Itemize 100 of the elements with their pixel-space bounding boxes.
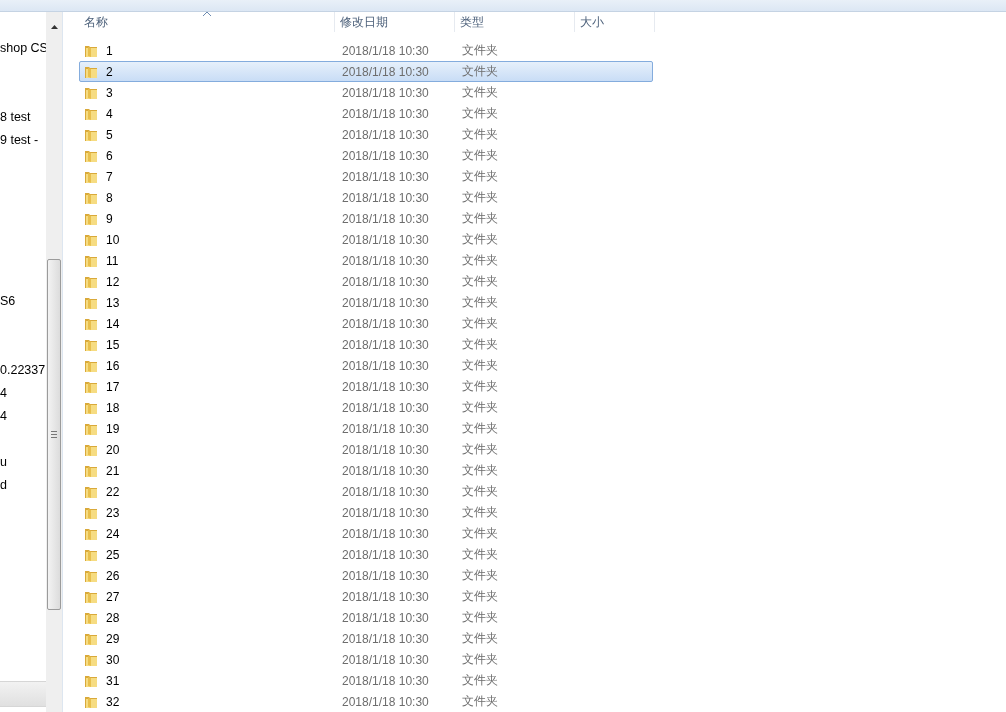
file-row[interactable]: 12 2018/1/18 10:30 文件夹 xyxy=(79,271,653,292)
file-type: 文件夹 xyxy=(461,651,499,668)
folder-icon xyxy=(84,148,99,163)
navigation-item[interactable]: 4 xyxy=(0,405,46,428)
modified-date: 2018/1/18 10:30 xyxy=(341,232,430,247)
file-row[interactable]: 20 2018/1/18 10:30 文件夹 xyxy=(79,439,653,460)
file-name: 1 xyxy=(106,43,113,58)
file-row[interactable]: 6 2018/1/18 10:30 文件夹 xyxy=(79,145,653,166)
folder-icon xyxy=(84,442,99,457)
file-row[interactable]: 1 2018/1/18 10:30 文件夹 xyxy=(79,40,653,61)
file-row[interactable]: 3 2018/1/18 10:30 文件夹 xyxy=(79,82,653,103)
file-type: 文件夹 xyxy=(461,189,499,206)
navigation-item[interactable]: u xyxy=(0,451,46,474)
file-row[interactable]: 26 2018/1/18 10:30 文件夹 xyxy=(79,565,653,586)
column-header[interactable]: 大小 xyxy=(575,12,655,32)
up-arrow-icon[interactable] xyxy=(50,25,58,29)
scrollbar-thumb[interactable] xyxy=(47,259,61,610)
file-row[interactable]: 8 2018/1/18 10:30 文件夹 xyxy=(79,187,653,208)
file-row[interactable]: 2 2018/1/18 10:30 文件夹 xyxy=(79,61,653,82)
file-type: 文件夹 xyxy=(461,420,499,437)
file-type: 文件夹 xyxy=(461,210,499,227)
file-row[interactable]: 30 2018/1/18 10:30 文件夹 xyxy=(79,649,653,670)
file-row[interactable]: 24 2018/1/18 10:30 文件夹 xyxy=(79,523,653,544)
modified-date: 2018/1/18 10:30 xyxy=(341,358,430,373)
modified-date: 2018/1/18 10:30 xyxy=(341,337,430,352)
modified-date: 2018/1/18 10:30 xyxy=(341,505,430,520)
folder-icon xyxy=(84,421,99,436)
file-name: 11 xyxy=(106,253,119,268)
file-name: 5 xyxy=(106,127,113,142)
file-name: 8 xyxy=(106,190,113,205)
modified-date: 2018/1/18 10:30 xyxy=(341,547,430,562)
file-name: 32 xyxy=(106,694,120,709)
file-row[interactable]: 7 2018/1/18 10:30 文件夹 xyxy=(79,166,653,187)
file-row[interactable]: 23 2018/1/18 10:30 文件夹 xyxy=(79,502,653,523)
file-row[interactable]: 21 2018/1/18 10:30 文件夹 xyxy=(79,460,653,481)
file-row[interactable]: 19 2018/1/18 10:30 文件夹 xyxy=(79,418,653,439)
file-name: 6 xyxy=(106,148,113,163)
file-name: 29 xyxy=(106,631,120,646)
file-row[interactable]: 32 2018/1/18 10:30 文件夹 xyxy=(79,691,653,712)
file-row[interactable]: 17 2018/1/18 10:30 文件夹 xyxy=(79,376,653,397)
file-type: 文件夹 xyxy=(461,567,499,584)
file-row[interactable]: 9 2018/1/18 10:30 文件夹 xyxy=(79,208,653,229)
modified-date: 2018/1/18 10:30 xyxy=(341,589,430,604)
navigation-item[interactable]: 4 xyxy=(0,382,46,405)
file-row[interactable]: 13 2018/1/18 10:30 文件夹 xyxy=(79,292,653,313)
file-type: 文件夹 xyxy=(461,546,499,563)
folder-icon xyxy=(84,526,99,541)
modified-date: 2018/1/18 10:30 xyxy=(341,610,430,625)
column-header[interactable]: 类型 xyxy=(455,12,575,32)
file-row[interactable]: 29 2018/1/18 10:30 文件夹 xyxy=(79,628,653,649)
file-name: 23 xyxy=(106,505,120,520)
navigation-item[interactable]: d xyxy=(0,474,46,497)
file-name: 9 xyxy=(106,211,113,226)
file-name: 10 xyxy=(106,232,120,247)
file-row[interactable]: 16 2018/1/18 10:30 文件夹 xyxy=(79,355,653,376)
modified-date: 2018/1/18 10:30 xyxy=(341,568,430,583)
file-row[interactable]: 14 2018/1/18 10:30 文件夹 xyxy=(79,313,653,334)
file-name: 25 xyxy=(106,547,120,562)
file-name: 24 xyxy=(106,526,120,541)
modified-date: 2018/1/18 10:30 xyxy=(341,400,430,415)
folder-icon xyxy=(84,316,99,331)
file-type: 文件夹 xyxy=(461,147,499,164)
file-name: 27 xyxy=(106,589,120,604)
folder-icon xyxy=(84,127,99,142)
modified-date: 2018/1/18 10:30 xyxy=(341,169,430,184)
modified-date: 2018/1/18 10:30 xyxy=(341,316,430,331)
column-header[interactable]: 名称 xyxy=(79,12,335,32)
file-name: 14 xyxy=(106,316,120,331)
navigation-item[interactable]: 8 test xyxy=(0,106,46,129)
file-name: 3 xyxy=(106,85,113,100)
navigation-item[interactable]: 9 test - xyxy=(0,129,46,152)
file-row[interactable]: 28 2018/1/18 10:30 文件夹 xyxy=(79,607,653,628)
file-row[interactable]: 10 2018/1/18 10:30 文件夹 xyxy=(79,229,653,250)
folder-icon xyxy=(84,652,99,667)
file-row[interactable]: 18 2018/1/18 10:30 文件夹 xyxy=(79,397,653,418)
column-header[interactable]: 修改日期 xyxy=(335,12,455,32)
file-name: 2 xyxy=(106,64,113,79)
file-type: 文件夹 xyxy=(461,63,499,80)
file-type: 文件夹 xyxy=(461,399,499,416)
file-name: 19 xyxy=(106,421,120,436)
file-row[interactable]: 27 2018/1/18 10:30 文件夹 xyxy=(79,586,653,607)
navigation-item[interactable]: 0.22337 xyxy=(0,359,46,382)
modified-date: 2018/1/18 10:30 xyxy=(341,64,430,79)
file-row[interactable]: 31 2018/1/18 10:30 文件夹 xyxy=(79,670,653,691)
file-name: 17 xyxy=(106,379,120,394)
file-row[interactable]: 4 2018/1/18 10:30 文件夹 xyxy=(79,103,653,124)
folder-icon xyxy=(84,190,99,205)
file-row[interactable]: 5 2018/1/18 10:30 文件夹 xyxy=(79,124,653,145)
file-name: 31 xyxy=(106,673,120,688)
modified-date: 2018/1/18 10:30 xyxy=(341,694,430,709)
folder-icon xyxy=(84,295,99,310)
modified-date: 2018/1/18 10:30 xyxy=(341,631,430,646)
file-type: 文件夹 xyxy=(461,483,499,500)
modified-date: 2018/1/18 10:30 xyxy=(341,379,430,394)
navigation-item[interactable]: S6 xyxy=(0,290,46,313)
folder-icon xyxy=(84,85,99,100)
file-row[interactable]: 15 2018/1/18 10:30 文件夹 xyxy=(79,334,653,355)
file-row[interactable]: 11 2018/1/18 10:30 文件夹 xyxy=(79,250,653,271)
file-row[interactable]: 25 2018/1/18 10:30 文件夹 xyxy=(79,544,653,565)
file-row[interactable]: 22 2018/1/18 10:30 文件夹 xyxy=(79,481,653,502)
